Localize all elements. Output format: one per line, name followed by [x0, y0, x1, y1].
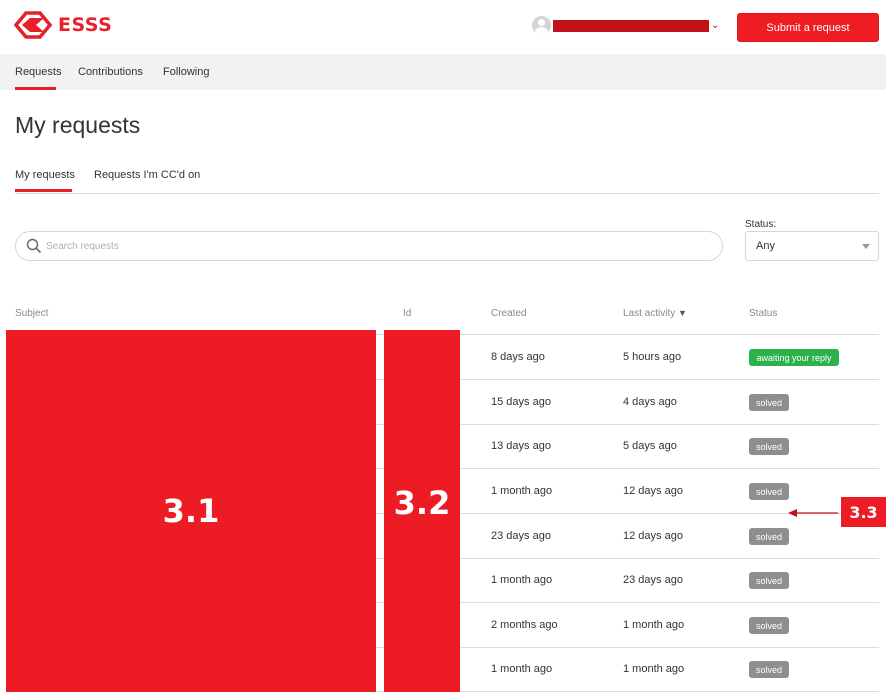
- sub-navigation: Requests Contributions Following: [0, 54, 886, 90]
- last-activity-cell: 23 days ago: [623, 574, 683, 586]
- last-activity-cell: 12 days ago: [623, 485, 683, 497]
- tab-my-requests[interactable]: My requests: [15, 169, 75, 181]
- status-badge: solved: [749, 483, 789, 500]
- brand-name: ESSS: [58, 14, 113, 36]
- status-filter-label: Status:: [745, 219, 777, 230]
- created-cell: 1 month ago: [491, 485, 553, 497]
- id-column-redaction: 3.2: [384, 330, 460, 692]
- user-avatar-icon: [532, 16, 551, 35]
- status-badge: solved: [749, 572, 789, 589]
- user-name-redacted: [553, 19, 709, 32]
- last-activity-cell: 1 month ago: [623, 619, 685, 631]
- header: ESSS ⌄ Submit a request: [0, 0, 886, 54]
- request-tabs: My requests Requests I'm CC'd on: [15, 160, 879, 194]
- subnav-item-following[interactable]: Following: [163, 66, 209, 78]
- search-box: [15, 231, 723, 261]
- active-subnav-indicator: [15, 87, 56, 90]
- last-activity-cell: 1 month ago: [623, 663, 685, 675]
- created-cell: 8 days ago: [491, 351, 545, 363]
- page-title: My requests: [15, 112, 141, 138]
- chevron-down-icon: [862, 244, 870, 249]
- user-menu[interactable]: ⌄: [532, 16, 719, 35]
- column-header-status[interactable]: Status: [749, 308, 777, 319]
- column-header-created[interactable]: Created: [491, 308, 527, 319]
- chevron-down-icon: ⌄: [711, 20, 720, 31]
- tab-cc-requests[interactable]: Requests I'm CC'd on: [94, 169, 200, 181]
- esss-logo-icon: [14, 11, 52, 39]
- submit-request-button[interactable]: Submit a request: [737, 13, 879, 42]
- sort-descending-icon: ▼: [678, 308, 687, 318]
- callout-arrow-icon: [788, 509, 838, 517]
- last-activity-cell: 5 days ago: [623, 440, 677, 452]
- created-cell: 2 months ago: [491, 619, 558, 631]
- created-cell: 13 days ago: [491, 440, 551, 452]
- last-activity-cell: 5 hours ago: [623, 351, 682, 363]
- status-filter-select[interactable]: Any: [745, 231, 879, 261]
- subnav-item-contributions[interactable]: Contributions: [78, 66, 143, 78]
- column-header-last-activity[interactable]: Last activity ▼: [623, 308, 687, 319]
- search-icon: [26, 238, 42, 254]
- created-cell: 23 days ago: [491, 530, 551, 542]
- subnav-item-requests[interactable]: Requests: [15, 66, 61, 78]
- status-badge: solved: [749, 528, 789, 545]
- created-cell: 15 days ago: [491, 396, 551, 408]
- subject-column-redaction: 3.1: [6, 330, 376, 692]
- annotation-label-id: 3.2: [393, 484, 451, 522]
- annotation-label-subject: 3.1: [162, 492, 220, 530]
- created-cell: 1 month ago: [491, 574, 553, 586]
- active-tab-indicator: [15, 189, 72, 192]
- brand-logo[interactable]: ESSS: [14, 11, 112, 39]
- search-input[interactable]: [46, 237, 706, 255]
- last-activity-cell: 12 days ago: [623, 530, 683, 542]
- status-badge: solved: [749, 661, 789, 678]
- last-activity-label: Last activity: [623, 308, 676, 319]
- status-badge: solved: [749, 617, 789, 634]
- last-activity-cell: 4 days ago: [623, 396, 677, 408]
- status-badge: solved: [749, 394, 789, 411]
- status-badge: solved: [749, 438, 789, 455]
- annotation-label-status: 3.3: [841, 497, 886, 527]
- created-cell: 1 month ago: [491, 663, 553, 675]
- column-header-id[interactable]: Id: [403, 308, 411, 319]
- status-filter-value: Any: [756, 240, 775, 252]
- column-header-subject[interactable]: Subject: [15, 308, 48, 319]
- status-badge: awaiting your reply: [749, 349, 839, 366]
